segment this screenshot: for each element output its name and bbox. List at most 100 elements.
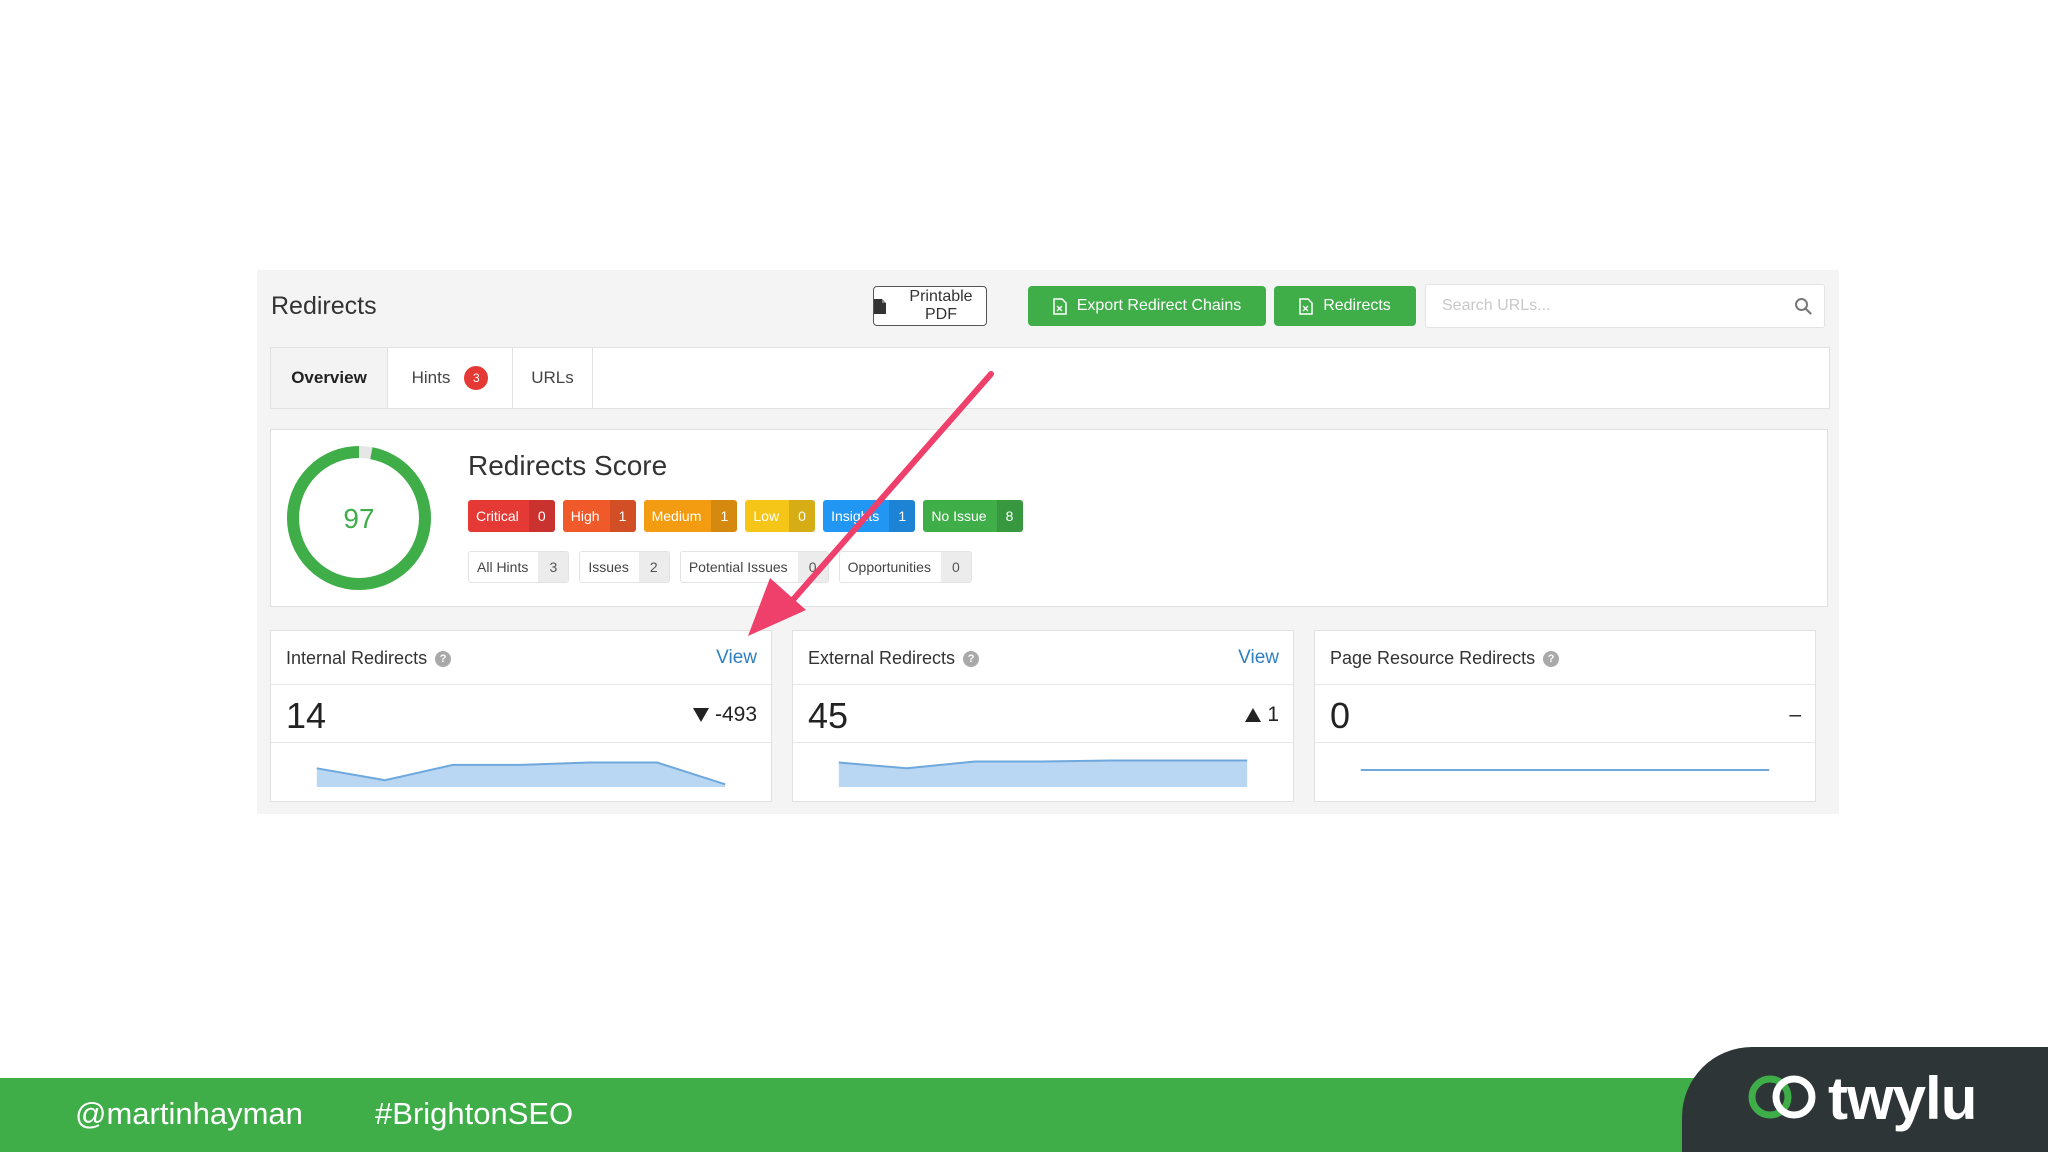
filter-opportunities[interactable]: Opportunities 0 — [838, 551, 972, 583]
severity-count: 1 — [711, 500, 738, 532]
page-resource-redirects-card: Page Resource Redirects? 0 – — [1314, 630, 1816, 802]
filter-label: All Hints — [477, 559, 529, 575]
search-input[interactable] — [1426, 285, 1824, 327]
filter-count: 3 — [538, 552, 569, 582]
trend-sparkline — [316, 761, 726, 787]
filter-all-hints[interactable]: All Hints 3 — [468, 551, 570, 583]
hint-type-filters: All Hints 3 Issues 2 Potential Issues 0 Opp… — [468, 551, 972, 583]
filter-label: Potential Issues — [688, 559, 788, 575]
metric-delta: – — [1789, 703, 1801, 727]
trend-sparkline — [838, 759, 1248, 787]
severity-label: Low — [753, 508, 780, 524]
severity-label: Medium — [651, 508, 702, 524]
severity-label: No Issue — [931, 508, 987, 524]
metric-value: 14 — [286, 695, 327, 736]
document-icon — [874, 298, 886, 314]
card-title: Page Resource Redirects? — [1330, 648, 1560, 669]
metric-value: 45 — [808, 695, 849, 736]
search-icon[interactable] — [1794, 297, 1812, 315]
twylu-logo-text: twylu — [1828, 1065, 1977, 1132]
help-icon[interactable]: ? — [963, 650, 980, 667]
severity-count: 0 — [789, 500, 816, 532]
card-header: Internal Redirects? View — [271, 631, 771, 685]
severity-no-issue[interactable]: No Issue 8 — [923, 500, 1023, 532]
sparkline-area — [838, 760, 1248, 787]
page-title: Redirects — [271, 292, 377, 320]
redirects-report-panel: Redirects Printable PDF Export Redirect … — [257, 270, 1839, 814]
internal-redirects-card: Internal Redirects? View 14 -493 — [270, 630, 772, 802]
severity-critical[interactable]: Critical 0 — [468, 500, 555, 532]
severity-insights[interactable]: Insights 1 — [823, 500, 916, 532]
tab-urls[interactable]: URLs — [513, 348, 593, 408]
severity-label: Insights — [831, 508, 880, 524]
printable-pdf-button[interactable]: Printable PDF — [873, 286, 987, 326]
severity-low[interactable]: Low 0 — [745, 500, 816, 532]
hints-count-badge: 3 — [464, 366, 489, 390]
card-value-row: 45 1 — [793, 685, 1293, 743]
severity-count: 0 — [528, 500, 555, 532]
triangle-up-icon — [1245, 708, 1262, 722]
filter-label: Opportunities — [847, 559, 931, 575]
card-value-row: 14 -493 — [271, 685, 771, 743]
report-tabs: Overview Hints 3 URLs — [270, 347, 1830, 409]
card-title: Internal Redirects? — [286, 648, 452, 669]
twylu-logo-icon — [1748, 1075, 1816, 1119]
severity-filters: Critical 0 High 1 Medium 1 Low 0 Insights 1 N… — [468, 500, 1023, 532]
redirects-export-label: Redirects — [1323, 297, 1391, 314]
export-redirect-chains-button[interactable]: Export Redirect Chains — [1028, 286, 1266, 326]
score-value: 97 — [343, 503, 374, 534]
card-header: External Redirects? View — [793, 631, 1293, 685]
printable-pdf-label: Printable PDF — [909, 288, 973, 323]
card-title-text: External Redirects — [808, 648, 956, 668]
report-header: Redirects Printable PDF Export Redirect … — [257, 270, 1839, 340]
filter-count: 0 — [797, 552, 828, 582]
event-hashtag: #BrightonSEO — [375, 1096, 574, 1131]
metric-delta: -493 — [692, 703, 757, 727]
spreadsheet-icon — [1299, 297, 1313, 315]
card-title: External Redirects? — [808, 648, 980, 669]
tab-hints-label: Hints — [411, 368, 451, 387]
score-title: Redirects Score — [468, 450, 668, 481]
tab-overview[interactable]: Overview — [271, 348, 388, 408]
export-redirect-chains-label: Export Redirect Chains — [1076, 297, 1242, 314]
metric-delta-value: 1 — [1267, 703, 1279, 726]
slide: Redirects Printable PDF Export Redirect … — [0, 0, 2048, 1152]
redirects-export-button[interactable]: Redirects — [1274, 286, 1416, 326]
redirects-score-card: 97 Redirects Score Critical 0 High 1 Mediu… — [270, 429, 1828, 607]
trend-sparkline — [1360, 769, 1770, 771]
view-link[interactable]: View — [716, 647, 757, 669]
card-title-text: Page Resource Redirects — [1330, 648, 1536, 668]
filter-label: Issues — [588, 559, 629, 575]
severity-label: Critical — [476, 508, 519, 524]
filter-count: 2 — [638, 552, 669, 582]
metric-delta-value: – — [1789, 703, 1801, 726]
severity-count: 1 — [609, 500, 636, 532]
help-icon[interactable]: ? — [435, 650, 452, 667]
card-title-text: Internal Redirects — [286, 648, 428, 668]
search-box — [1425, 284, 1825, 328]
metric-delta: 1 — [1245, 703, 1279, 727]
filter-issues[interactable]: Issues 2 — [579, 551, 670, 583]
tab-urls-label: URLs — [531, 368, 574, 387]
metric-value: 0 — [1330, 695, 1351, 736]
filter-potential-issues[interactable]: Potential Issues 0 — [679, 551, 829, 583]
twitter-handle: @martinhayman — [75, 1096, 303, 1131]
severity-count: 8 — [996, 500, 1023, 532]
help-icon[interactable]: ? — [1543, 650, 1560, 667]
score-gauge: 97 — [287, 446, 431, 590]
sparkline-area — [316, 762, 726, 787]
view-link[interactable]: View — [1238, 647, 1279, 669]
severity-high[interactable]: High 1 — [562, 500, 636, 532]
tab-hints[interactable]: Hints 3 — [388, 348, 513, 408]
tab-overview-label: Overview — [291, 368, 367, 387]
card-header: Page Resource Redirects? — [1315, 631, 1815, 685]
spreadsheet-icon — [1052, 297, 1067, 315]
severity-label: High — [570, 508, 600, 524]
severity-medium[interactable]: Medium 1 — [643, 500, 738, 532]
filter-count: 0 — [940, 552, 971, 582]
triangle-down-icon — [692, 708, 709, 722]
external-redirects-card: External Redirects? View 45 1 — [792, 630, 1294, 802]
card-value-row: 0 – — [1315, 685, 1815, 743]
severity-count: 1 — [889, 500, 916, 532]
metric-delta-value: -493 — [714, 703, 757, 726]
